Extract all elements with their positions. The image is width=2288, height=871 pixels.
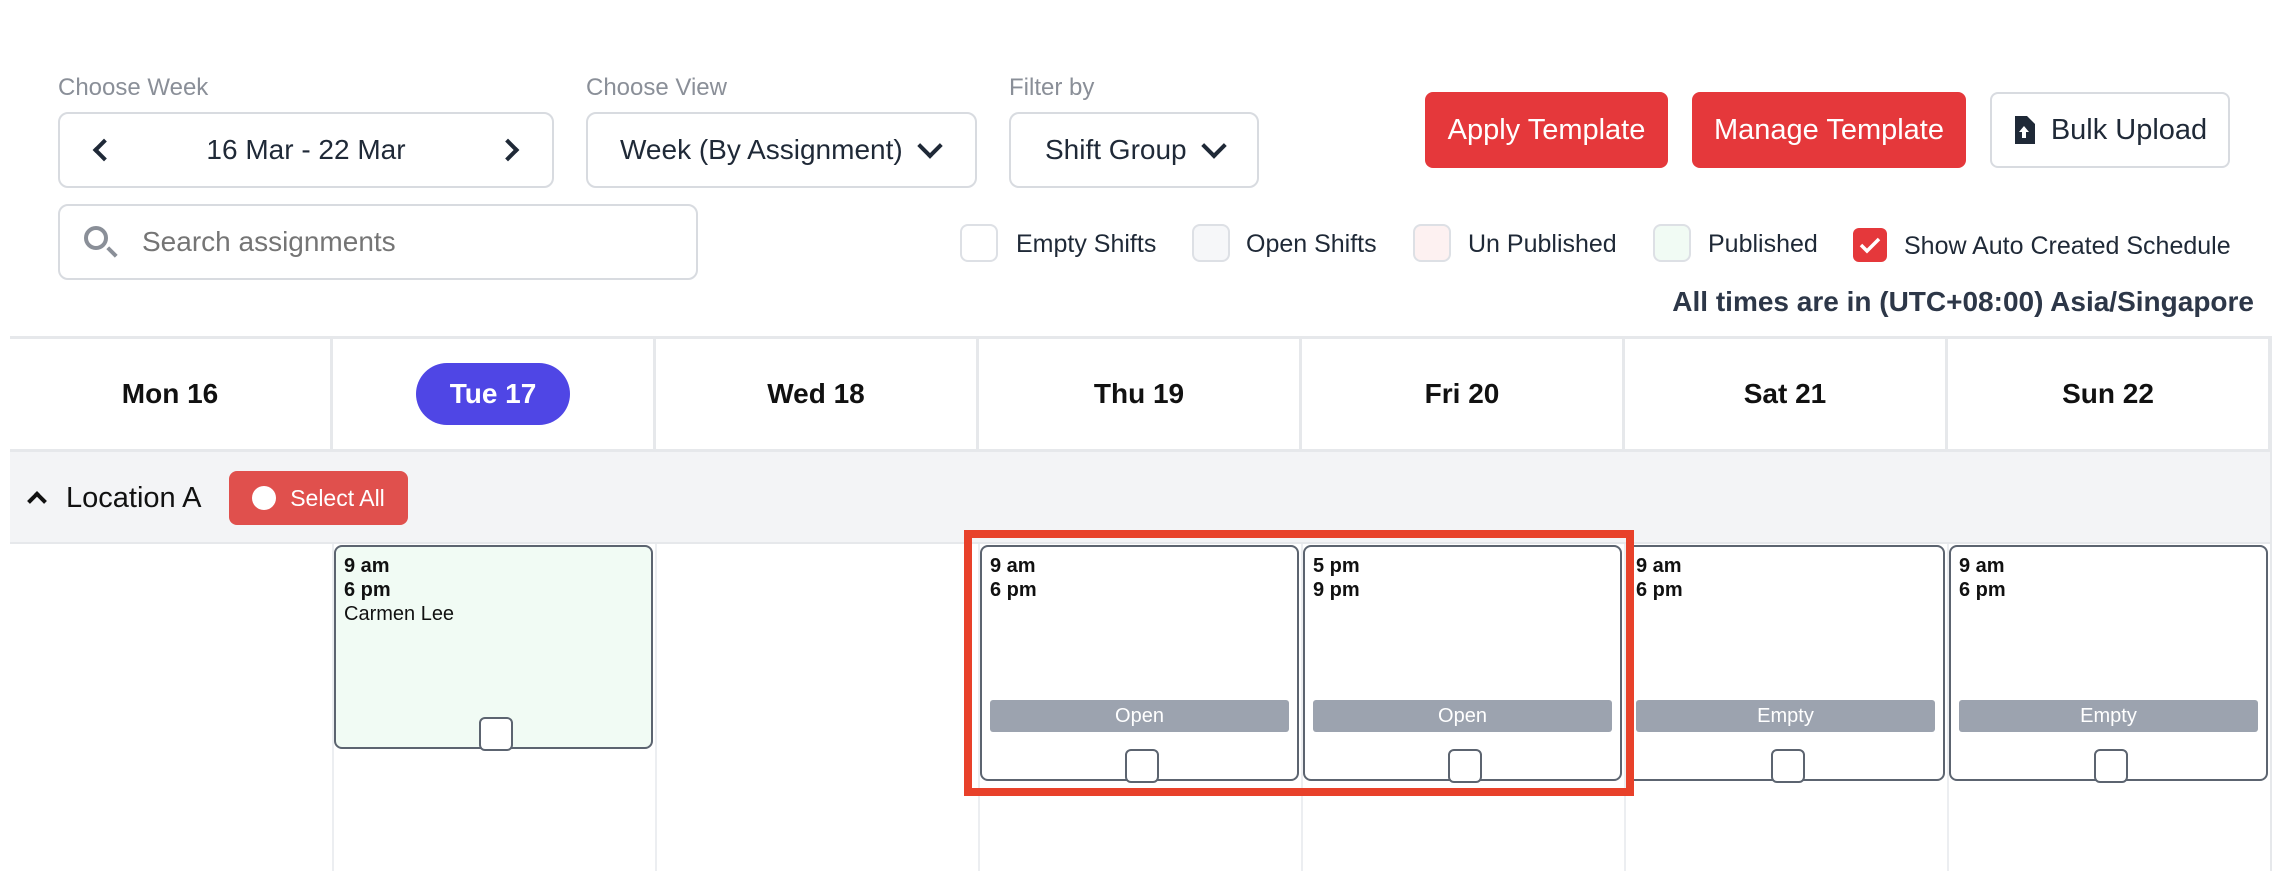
shift-card-sun[interactable]: 9 am 6 pm Empty xyxy=(1949,545,2268,783)
published-checkbox[interactable] xyxy=(1653,224,1691,262)
day-header-wed: Wed 18 xyxy=(656,339,979,452)
shift-end: 9 pm xyxy=(1313,579,1360,601)
auto-created-checkbox[interactable] xyxy=(1853,228,1887,262)
select-all-button[interactable]: Select All xyxy=(229,471,408,525)
apply-template-button[interactable]: Apply Template xyxy=(1425,92,1668,168)
bulk-upload-button[interactable]: Bulk Upload xyxy=(1990,92,2230,168)
day-header-tue: Tue 17 xyxy=(333,339,656,452)
shift-checkbox[interactable] xyxy=(1124,749,1159,783)
shift-checkbox[interactable] xyxy=(478,717,513,751)
shift-status: Open xyxy=(990,700,1289,732)
select-all-label: Select All xyxy=(290,484,385,511)
shift-card-thu[interactable]: 9 am 6 pm Open xyxy=(980,545,1299,783)
search-input[interactable] xyxy=(140,225,664,259)
week-picker: 16 Mar - 22 Mar xyxy=(58,112,554,188)
bulk-upload-label: Bulk Upload xyxy=(2050,113,2208,146)
filter-value: Shift Group xyxy=(1045,134,1187,165)
shift-card-fri[interactable]: 5 pm 9 pm Open xyxy=(1303,545,1622,783)
open-shifts-label: Open Shifts xyxy=(1246,230,1377,258)
auto-created-label: Show Auto Created Schedule xyxy=(1904,232,2231,260)
day-header-sun: Sun 22 xyxy=(1948,339,2271,452)
shift-checkbox[interactable] xyxy=(1770,749,1805,783)
shift-assignee: Carmen Lee xyxy=(344,603,455,625)
shift-start: 9 am xyxy=(1959,555,2005,577)
day-header-fri: Fri 20 xyxy=(1302,339,1625,452)
filter-select[interactable]: Shift Group xyxy=(1009,112,1259,188)
shift-start: 9 am xyxy=(1636,555,1682,577)
radio-dot-icon xyxy=(252,486,277,510)
shift-card-sat[interactable]: 9 am 6 pm Empty xyxy=(1626,545,1945,783)
shift-card-tue[interactable]: 9 am 6 pm Carmen Lee xyxy=(334,545,653,751)
search-box[interactable] xyxy=(58,204,698,280)
empty-shifts-label: Empty Shifts xyxy=(1016,230,1157,258)
file-upload-icon xyxy=(2014,116,2035,144)
chevron-down-icon xyxy=(1200,133,1227,159)
view-value: Week (By Assignment) xyxy=(620,134,903,165)
chevron-down-icon xyxy=(916,133,943,159)
choose-week-label: Choose Week xyxy=(58,74,209,101)
timezone-note: All times are in (UTC+08:00) Asia/Singap… xyxy=(1672,286,2254,317)
shift-end: 6 pm xyxy=(990,579,1037,601)
shift-start: 5 pm xyxy=(1313,555,1360,577)
shift-end: 6 pm xyxy=(1636,579,1683,601)
view-select[interactable]: Week (By Assignment) xyxy=(586,112,977,188)
choose-view-label: Choose View xyxy=(586,74,727,101)
shift-checkbox[interactable] xyxy=(1447,749,1482,783)
day-header-thu: Thu 19 xyxy=(979,339,1302,452)
open-shifts-checkbox[interactable] xyxy=(1192,224,1230,262)
today-indicator: Tue 17 xyxy=(415,363,571,425)
filter-by-label: Filter by xyxy=(1009,74,1095,101)
shift-end: 6 pm xyxy=(1959,579,2006,601)
shift-status: Open xyxy=(1313,700,1612,732)
week-range: 16 Mar - 22 Mar xyxy=(206,134,406,165)
group-name: Location A xyxy=(66,482,202,514)
shift-start: 9 am xyxy=(990,555,1036,577)
day-header-sat: Sat 21 xyxy=(1625,339,1948,452)
unpublished-label: Un Published xyxy=(1468,230,1617,258)
empty-shifts-checkbox[interactable] xyxy=(960,224,998,262)
checkmark-icon xyxy=(1859,237,1881,254)
unpublished-checkbox[interactable] xyxy=(1413,224,1451,262)
shift-status: Empty xyxy=(1959,700,2258,732)
shift-status: Empty xyxy=(1636,700,1935,732)
shift-checkbox[interactable] xyxy=(2093,749,2128,783)
manage-template-button[interactable]: Manage Template xyxy=(1692,92,1966,168)
day-header-mon: Mon 16 xyxy=(10,339,333,452)
search-icon xyxy=(84,226,108,250)
published-label: Published xyxy=(1708,230,1818,258)
shift-end: 6 pm xyxy=(344,579,391,601)
shift-start: 9 am xyxy=(344,555,390,577)
